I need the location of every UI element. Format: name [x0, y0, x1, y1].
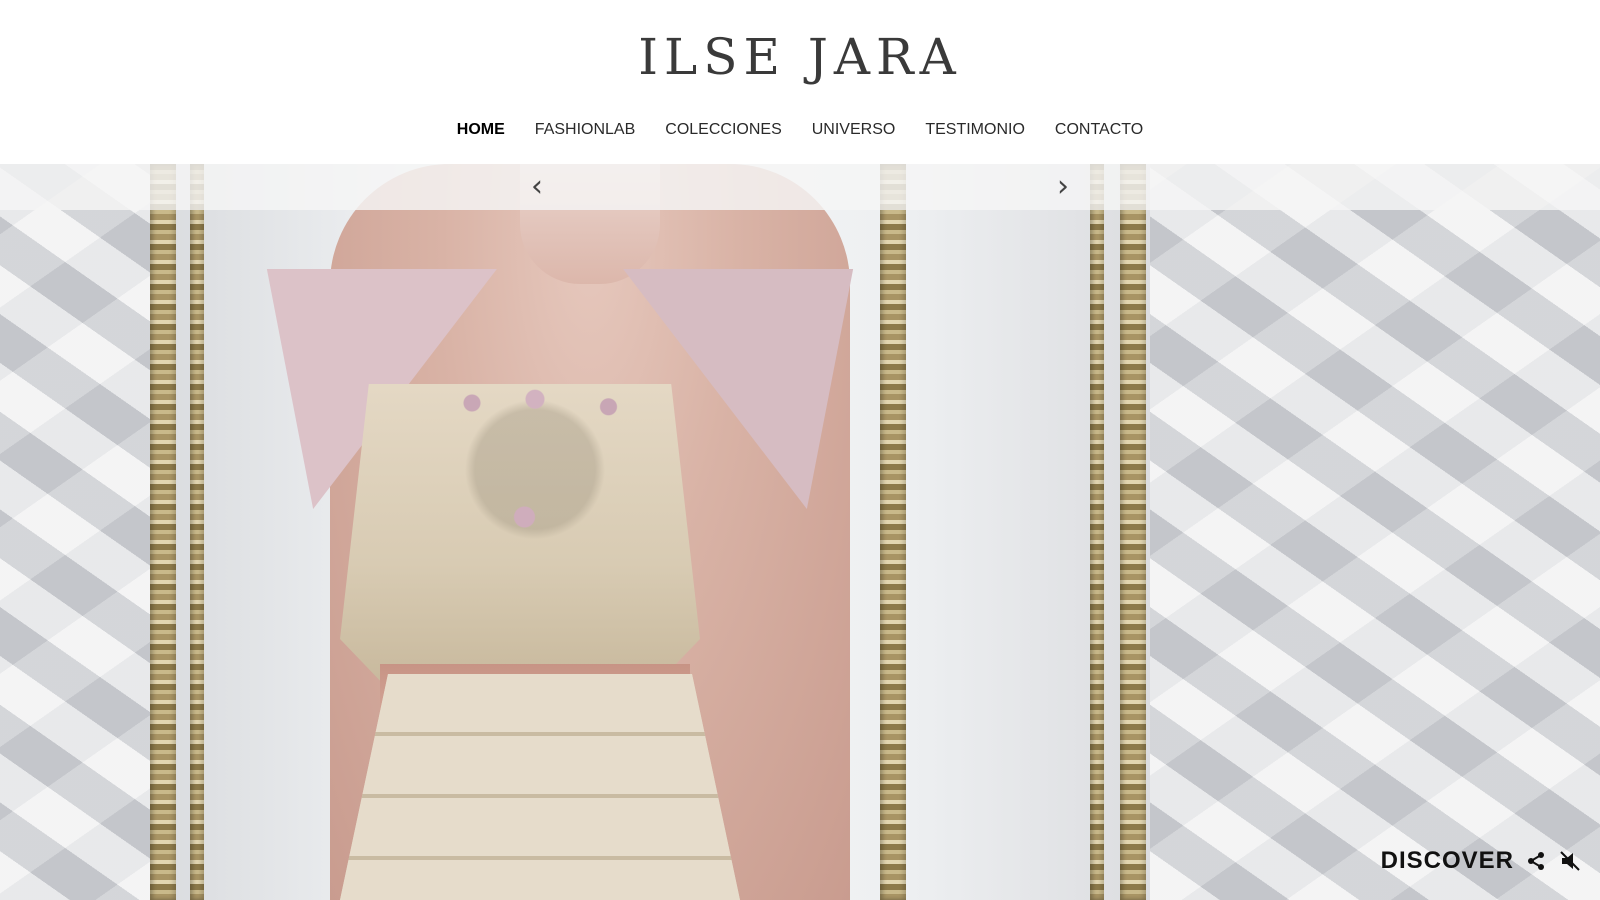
frame-strip-left-inner: [190, 164, 204, 900]
slider-next-button[interactable]: ›: [1048, 172, 1078, 202]
slider-control-bar: [0, 164, 1600, 210]
chevron-left-icon: ‹: [531, 169, 543, 204]
nav-item-colecciones[interactable]: COLECCIONES: [665, 121, 781, 139]
main-nav: HOME FASHIONLAB COLECCIONES UNIVERSO TES…: [0, 116, 1600, 144]
nav-item-testimonio[interactable]: TESTIMONIO: [925, 121, 1025, 139]
frame-strip-left: [150, 164, 176, 900]
origami-wall-right: [1150, 164, 1600, 900]
discover-link[interactable]: DISCOVER: [1381, 847, 1514, 875]
hero-slideshow: [0, 164, 1600, 900]
frame-strip-middle: [880, 164, 906, 900]
nav-item-universo[interactable]: UNIVERSO: [812, 121, 896, 139]
share-button[interactable]: [1524, 849, 1548, 873]
chevron-right-icon: ›: [1057, 169, 1069, 204]
nav-item-fashionlab[interactable]: FASHIONLAB: [535, 121, 635, 139]
nav-item-contacto[interactable]: CONTACTO: [1055, 121, 1143, 139]
brand-logo[interactable]: ILSE JARA: [0, 28, 1600, 86]
frame-strip-right-inner: [1090, 164, 1104, 900]
frame-strip-right: [1120, 164, 1146, 900]
mute-toggle[interactable]: [1558, 849, 1582, 873]
speaker-muted-icon: [1560, 851, 1580, 871]
dress-embroidery: [430, 384, 640, 574]
site-header: ILSE JARA HOME FASHIONLAB COLECCIONES UN…: [0, 0, 1600, 164]
share-icon: [1528, 852, 1544, 870]
footer-tools: DISCOVER: [1381, 846, 1582, 876]
slider-prev-button[interactable]: ‹: [522, 172, 552, 202]
dress-skirt: [340, 674, 740, 900]
nav-item-home[interactable]: HOME: [457, 121, 505, 139]
